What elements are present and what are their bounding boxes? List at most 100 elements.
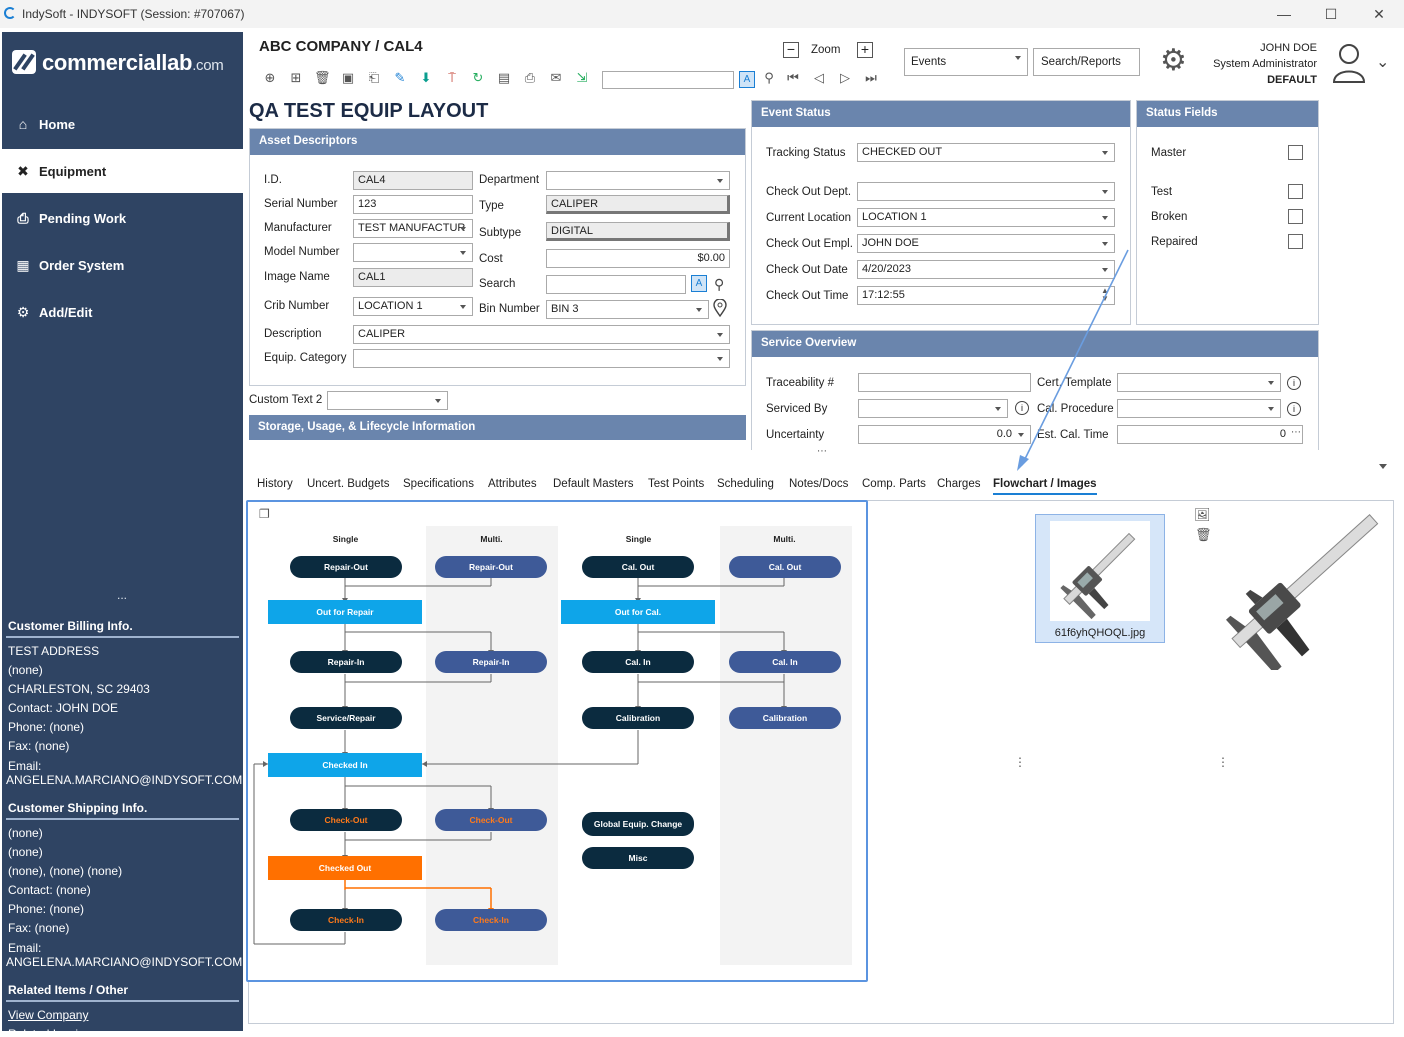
panel-resize-handle[interactable]: ⋯ xyxy=(817,446,827,457)
flow-out-for-cal[interactable]: Out for Cal. xyxy=(561,600,715,624)
tab-comp-parts[interactable]: Comp. Parts xyxy=(862,478,926,490)
est-cal-time-more-icon[interactable]: ⋯ xyxy=(1291,427,1301,438)
cert-template-dropdown[interactable] xyxy=(1117,373,1281,392)
test-checkbox[interactable] xyxy=(1288,184,1303,199)
flow-calibration-multi[interactable]: Calibration xyxy=(729,707,841,729)
delete-icon[interactable]: 🗑 xyxy=(314,70,331,86)
close-button[interactable]: ✕ xyxy=(1359,4,1399,24)
bookmark-icon[interactable]: ⎗ xyxy=(366,70,382,86)
flow-out-for-repair[interactable]: Out for Repair xyxy=(268,600,422,624)
tab-uncert-budgets[interactable]: Uncert. Budgets xyxy=(307,478,389,490)
flow-cal-in-multi[interactable]: Cal. In xyxy=(729,651,841,673)
flow-repair-out-multi[interactable]: Repair-Out xyxy=(435,556,547,578)
tab-notes-docs[interactable]: Notes/Docs xyxy=(789,478,848,490)
download-icon[interactable]: ⬇ xyxy=(418,70,434,86)
check-out-dept-dropdown[interactable] xyxy=(857,182,1115,201)
nav-item-home[interactable]: ⌂ Home xyxy=(2,102,243,146)
nav-item-pending-work[interactable]: ⎙ Pending Work xyxy=(2,196,243,240)
next-record-icon[interactable]: ▷ xyxy=(837,70,853,86)
custom-text2-dropdown[interactable] xyxy=(327,391,448,410)
crib-number-dropdown[interactable]: LOCATION 1 xyxy=(353,297,473,316)
stamp-icon[interactable]: ⍑ xyxy=(444,70,460,86)
flow-cal-out-single[interactable]: Cal. Out xyxy=(582,556,694,578)
nav-item-equipment[interactable]: ✖ Equipment xyxy=(2,149,243,193)
delete-image-icon[interactable]: 🗑 xyxy=(1195,527,1212,543)
search-mode-toggle[interactable]: A xyxy=(739,71,755,88)
email-icon[interactable]: ✉ xyxy=(548,70,564,86)
est-cal-time-field[interactable]: 0 xyxy=(1117,425,1303,444)
image-panel-splitter-handle[interactable]: ⋮ xyxy=(1217,755,1229,769)
tab-attributes[interactable]: Attributes xyxy=(488,478,537,490)
cal-procedure-info-icon[interactable]: i xyxy=(1287,402,1301,416)
flow-check-out-single[interactable]: Check-Out xyxy=(290,809,402,831)
flow-check-in-multi[interactable]: Check-In xyxy=(435,909,547,931)
cost-field[interactable]: $0.00 xyxy=(546,249,730,268)
calendar-add-icon[interactable]: ▣ xyxy=(340,70,356,86)
minimize-button[interactable]: — xyxy=(1264,4,1304,24)
flow-calibration-single[interactable]: Calibration xyxy=(582,707,694,729)
description-dropdown[interactable]: CALIPER xyxy=(353,325,730,344)
add-record-icon[interactable]: ⊕ xyxy=(262,70,278,86)
flow-checked-out[interactable]: Checked Out xyxy=(268,856,422,880)
asset-search-input[interactable] xyxy=(546,275,686,294)
broken-checkbox[interactable] xyxy=(1288,209,1303,224)
flow-check-in-single[interactable]: Check-In xyxy=(290,909,402,931)
image-name-field[interactable]: CAL1 xyxy=(353,268,473,287)
flow-repair-in-multi[interactable]: Repair-In xyxy=(435,651,547,673)
flow-check-out-multi[interactable]: Check-Out xyxy=(435,809,547,831)
master-checkbox[interactable] xyxy=(1288,145,1303,160)
asset-search-mode-toggle[interactable]: A xyxy=(691,275,707,292)
print-icon[interactable]: ⎙ xyxy=(522,70,538,86)
department-dropdown[interactable] xyxy=(546,171,730,190)
search-icon[interactable]: ⚲ xyxy=(761,70,777,86)
tab-history[interactable]: History xyxy=(257,478,293,490)
previous-record-icon[interactable]: ◁ xyxy=(811,70,827,86)
model-number-dropdown[interactable] xyxy=(353,243,473,262)
subtype-field[interactable]: DIGITAL xyxy=(546,222,730,241)
tabs-overflow-chevron-icon[interactable] xyxy=(1379,464,1387,473)
export-icon[interactable]: ⇲ xyxy=(574,70,590,86)
flow-global-equip-change[interactable]: Global Equip. Change xyxy=(582,812,694,836)
flow-cal-out-multi[interactable]: Cal. Out xyxy=(729,556,841,578)
uncertainty-field[interactable]: 0.0 xyxy=(858,425,1031,444)
tab-charges[interactable]: Charges xyxy=(937,478,980,490)
grid-add-icon[interactable]: ⊞ xyxy=(288,70,304,86)
settings-gear-icon[interactable]: ⚙ xyxy=(1160,46,1187,76)
nav-item-add-edit[interactable]: ⚙ Add/Edit xyxy=(2,290,243,334)
location-pin-icon[interactable] xyxy=(713,298,727,318)
tab-test-points[interactable]: Test Points xyxy=(648,478,704,490)
edit-icon[interactable]: ✎ xyxy=(392,70,408,86)
flow-repair-in-single[interactable]: Repair-In xyxy=(290,651,402,673)
manufacturer-dropdown[interactable]: TEST MANUFACTUR xyxy=(353,219,473,238)
maximize-button[interactable]: ☐ xyxy=(1311,4,1351,24)
cert-template-info-icon[interactable]: i xyxy=(1287,376,1301,390)
current-location-dropdown[interactable]: LOCATION 1 xyxy=(857,208,1115,227)
zoom-in-button[interactable]: + xyxy=(857,42,873,58)
zoom-out-button[interactable]: − xyxy=(783,42,799,58)
user-menu-chevron-down-icon[interactable]: ⌄ xyxy=(1376,52,1389,72)
flow-checked-in[interactable]: Checked In xyxy=(268,753,422,777)
events-dropdown[interactable]: Events xyxy=(904,48,1028,76)
sidebar-more-handle[interactable]: ... xyxy=(117,588,127,602)
tab-flowchart-images[interactable]: Flowchart / Images xyxy=(993,478,1097,495)
document-icon[interactable]: ▤ xyxy=(496,70,512,86)
tab-scheduling[interactable]: Scheduling xyxy=(717,478,774,490)
first-record-icon[interactable]: ⏮ xyxy=(785,70,801,86)
add-image-icon[interactable]: 🖼 xyxy=(1194,507,1211,523)
storage-usage-header[interactable]: Storage, Usage, & Lifecycle Information xyxy=(249,415,746,440)
repaired-checkbox[interactable] xyxy=(1288,234,1303,249)
view-company-link[interactable]: View Company xyxy=(8,1008,88,1022)
tracking-status-dropdown[interactable]: CHECKED OUT xyxy=(857,143,1115,162)
serviced-by-dropdown[interactable] xyxy=(858,399,1008,418)
last-record-icon[interactable]: ⏭ xyxy=(863,70,879,86)
search-reports-field[interactable]: Search/Reports xyxy=(1033,48,1140,76)
sync-icon[interactable]: ↻ xyxy=(470,70,486,86)
traceability-field[interactable] xyxy=(858,373,1031,392)
image-thumbnail-selected[interactable]: 61f6yhQHOQL.jpg xyxy=(1035,514,1165,643)
nav-item-order-system[interactable]: ▦ Order System xyxy=(2,243,243,287)
asset-search-icon[interactable]: ⚲ xyxy=(714,276,724,293)
id-field[interactable]: CAL4 xyxy=(353,171,473,190)
category-dropdown[interactable] xyxy=(353,349,730,368)
flow-misc[interactable]: Misc xyxy=(582,847,694,869)
flow-repair-out-single[interactable]: Repair-Out xyxy=(290,556,402,578)
